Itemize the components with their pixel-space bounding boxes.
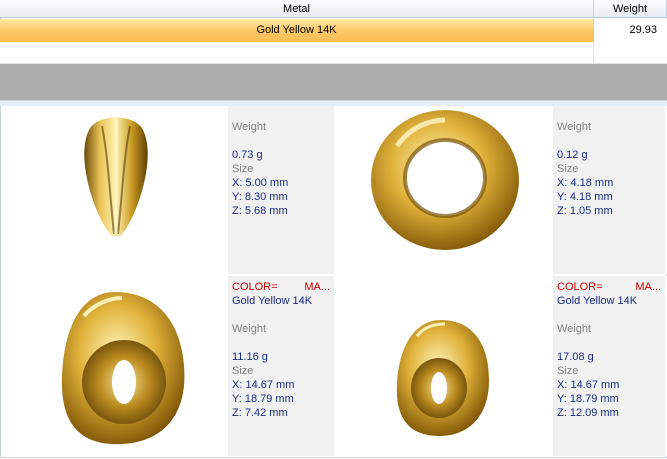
bail-info: Weight 0.73 g Size X: 5.00 mm Y: 8.30 mm… [228, 106, 334, 274]
weight-label: Weight [557, 121, 592, 133]
grid-empty-area [0, 64, 667, 100]
size-z: Z: 5.68 mm [232, 205, 288, 217]
ring-info: Weight 0.12 g Size X: 4.18 mm Y: 4.18 mm… [553, 106, 665, 274]
size-y: Y: 4.18 mm [557, 191, 613, 203]
weight-value: 17.08 g [557, 351, 594, 363]
weight-cell[interactable]: 29.93 [594, 19, 667, 42]
weight-label: Weight [232, 323, 267, 335]
weight-value: 11.16 g [232, 351, 268, 363]
color-row: COLOR= MA... [557, 280, 661, 294]
size-z: Z: 12.09 mm [557, 407, 619, 419]
size-y: Y: 8.30 mm [232, 191, 288, 203]
empty-row[interactable] [0, 42, 667, 64]
weight-label: Weight [232, 121, 267, 133]
weight-value: 0.12 g [557, 149, 588, 161]
pendant-2-image [337, 276, 553, 456]
size-y: Y: 18.79 mm [557, 393, 619, 405]
size-label: Size [557, 365, 579, 377]
color-value: Gold Yellow 14K [557, 295, 638, 307]
table-row[interactable]: Gold Yellow 14K 29.93 [0, 19, 667, 42]
cell-divider [593, 42, 594, 64]
metal-cell[interactable]: Gold Yellow 14K [0, 19, 594, 42]
metal-grid: Metal Weight Gold Yellow 14K 29.93 [0, 0, 667, 64]
item-card-pendant-2[interactable]: COLOR= MA... Gold Yellow 14K Weight 17.0… [337, 276, 667, 456]
item-card-ring[interactable]: Weight 0.12 g Size X: 4.18 mm Y: 4.18 mm… [337, 106, 667, 274]
item-card-pendant-1[interactable]: COLOR= MA... Gold Yellow 14K Weight 11.1… [2, 276, 337, 456]
size-label: Size [557, 163, 579, 175]
pendant-1-info: COLOR= MA... Gold Yellow 14K Weight 11.1… [228, 276, 334, 456]
size-y: Y: 18.79 mm [232, 393, 294, 405]
size-x: X: 5.00 mm [232, 177, 289, 189]
item-card-bail[interactable]: Weight 0.73 g Size X: 5.00 mm Y: 8.30 mm… [2, 106, 337, 274]
bail-image [2, 106, 228, 274]
ring-image [337, 106, 553, 274]
color-row: COLOR= MA... [232, 280, 330, 294]
color-value: Gold Yellow 14K [232, 295, 313, 307]
size-z: Z: 7.42 mm [232, 407, 288, 419]
pendant-2-info: COLOR= MA... Gold Yellow 14K Weight 17.0… [553, 276, 665, 456]
weight-label: Weight [557, 323, 592, 335]
weight-value: 0.73 g [232, 149, 263, 161]
pendant-1-image [2, 276, 228, 456]
metal-column-header[interactable]: Metal [0, 0, 594, 18]
size-x: X: 14.67 mm [232, 379, 295, 391]
size-label: Size [232, 163, 254, 175]
color-key: COLOR= [232, 281, 278, 293]
size-label: Size [232, 365, 254, 377]
weight-column-header[interactable]: Weight [594, 0, 667, 18]
color-more: MA... [304, 281, 330, 293]
size-z: Z: 1.05 mm [557, 205, 613, 217]
size-x: X: 14.67 mm [557, 379, 620, 391]
color-more: MA... [635, 281, 661, 293]
size-x: X: 4.18 mm [557, 177, 614, 189]
color-key: COLOR= [557, 281, 603, 293]
